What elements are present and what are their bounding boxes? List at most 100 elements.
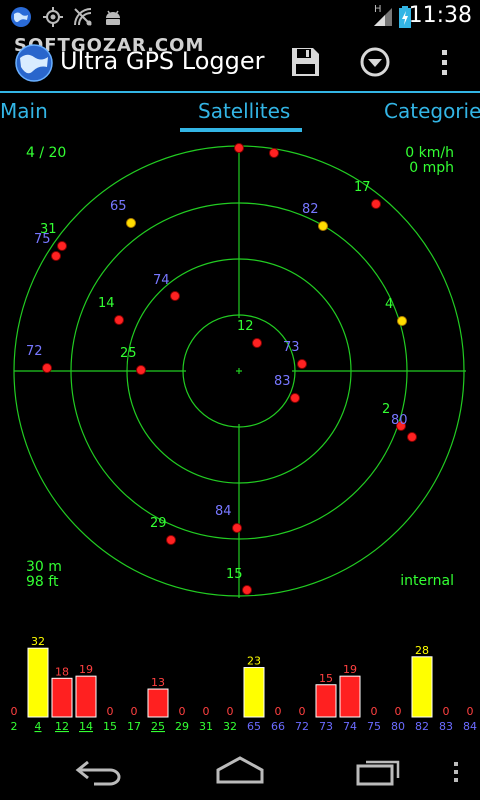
satellite-dot (136, 365, 146, 375)
snr-value: 0 (107, 705, 114, 718)
snr-value: 0 (443, 705, 450, 718)
satellite-dot (297, 359, 307, 369)
snr-prn-label: 25 (151, 720, 165, 733)
satellite-dot (290, 393, 300, 403)
snr-bar-chart: 0 2 32 4 18 12 19 14 0 15 0 17 13 25 0 29 0 31 0 32 23 65 0 66 0… (0, 600, 480, 740)
tab-satellites[interactable]: Satellites (198, 99, 290, 123)
tab-categories[interactable]: Categories (384, 99, 480, 123)
action-bar: SOFTGOZAR.COM Ultra GPS Logger (0, 33, 480, 91)
satellite-label: 29 (150, 516, 167, 531)
speed-kmh: 0 km/h (405, 145, 454, 161)
satellite-17: 17 (354, 180, 381, 209)
snr-prn-label: 15 (103, 720, 117, 733)
snr-value: 0 (131, 705, 138, 718)
snr-prn-label: 84 (463, 720, 477, 733)
satellite-dot (371, 199, 381, 209)
snr-value: 0 (467, 705, 474, 718)
home-icon[interactable] (214, 754, 266, 786)
snr-value: 23 (247, 655, 261, 668)
satellite-label: 12 (237, 319, 254, 334)
snr-prn-label: 32 (223, 720, 237, 733)
satellite-count: 4 / 20 (26, 145, 67, 161)
snr-prn-label: 73 (319, 720, 333, 733)
snr-value: 0 (395, 705, 402, 718)
satellite-label: 80 (391, 413, 408, 428)
snr-prn-label: 12 (55, 720, 69, 733)
satellite-unlabeled-18 (234, 143, 244, 153)
snr-prn-label: 14 (79, 720, 93, 733)
globe-notification-icon (11, 7, 31, 27)
snr-bar (411, 656, 433, 718)
satellite-dot (170, 291, 180, 301)
overflow-menu-icon[interactable] (422, 39, 468, 85)
altitude-ft: 98 ft (26, 574, 59, 590)
satellite-dot (57, 241, 67, 251)
location-source: internal (400, 573, 454, 589)
android-icon (106, 10, 120, 25)
snr-prn-label: 72 (295, 720, 309, 733)
satellite-label: 14 (98, 296, 115, 311)
satellite-unlabeled-19 (269, 148, 279, 158)
snr-prn-label: 29 (175, 720, 189, 733)
dropdown-circle-icon[interactable] (352, 39, 398, 85)
altitude-m: 30 m (26, 559, 62, 575)
satellite-dot (318, 221, 328, 231)
satellite-dot (126, 218, 136, 228)
satellite-dot (242, 585, 252, 595)
clock: 11:38 (408, 3, 472, 28)
save-icon[interactable] (282, 39, 328, 85)
tab-bar: Main Satellites Categories (0, 91, 480, 133)
snr-value: 15 (319, 672, 333, 685)
snr-bar-canvas: 0 2 32 4 18 12 19 14 0 15 0 17 13 25 0 29 0 31 0 32 23 65 0 66 0… (11, 635, 478, 733)
status-bar: H 11:38 (0, 0, 480, 33)
satellite-label: 15 (226, 567, 243, 582)
gps-icon (43, 7, 63, 27)
snr-prn-label: 65 (247, 720, 261, 733)
satellite-label: 25 (120, 346, 137, 361)
satellite-label: 75 (34, 232, 51, 247)
satellite-83: 83 (274, 374, 300, 403)
signal-strength-icon (374, 8, 392, 26)
satellite-label: 17 (354, 180, 371, 195)
snr-value: 0 (371, 705, 378, 718)
satellite-dot (252, 338, 262, 348)
sky-plot: 12 73 83 74 14 25 72 31 75 65 82 17 4 2 80 84 29 15 4 / 2… (0, 132, 480, 602)
snr-prn-label: 75 (367, 720, 381, 733)
satellite-label: 74 (153, 273, 170, 288)
back-icon[interactable] (74, 756, 126, 786)
no-signal-icon (74, 8, 92, 26)
satellite-82: 82 (302, 202, 328, 231)
satellite-14: 14 (98, 296, 124, 325)
snr-value: 28 (415, 644, 429, 657)
navigation-bar (0, 740, 480, 800)
app-logo-icon[interactable] (14, 43, 54, 83)
satellite-dot (232, 523, 242, 533)
snr-bar (339, 675, 361, 718)
satellite-dot (42, 363, 52, 373)
snr-prn-label: 74 (343, 720, 357, 733)
satellite-label: 84 (215, 504, 232, 519)
snr-bar (51, 677, 73, 718)
satellite-29: 29 (150, 516, 176, 545)
overflow-nav-icon[interactable] (446, 760, 466, 784)
snr-prn-label: 83 (439, 720, 453, 733)
satellite-84: 84 (215, 504, 242, 533)
snr-bar (27, 647, 49, 718)
snr-value: 0 (299, 705, 306, 718)
snr-value: 0 (275, 705, 282, 718)
app-title: Ultra GPS Logger (60, 47, 265, 75)
snr-bar (315, 684, 337, 718)
recents-icon[interactable] (354, 754, 406, 786)
satellite-74: 74 (153, 273, 180, 301)
snr-bar (75, 675, 97, 718)
snr-value: 13 (151, 676, 165, 689)
tab-main[interactable]: Main (0, 99, 48, 123)
satellite-25: 25 (120, 346, 146, 375)
snr-value: 0 (203, 705, 210, 718)
satellite-dot (234, 143, 244, 153)
snr-bar (243, 667, 265, 718)
satellite-dot (269, 148, 279, 158)
satellite-dot (397, 316, 407, 326)
satellite-label: 2 (382, 402, 390, 417)
satellite-label: 82 (302, 202, 319, 217)
